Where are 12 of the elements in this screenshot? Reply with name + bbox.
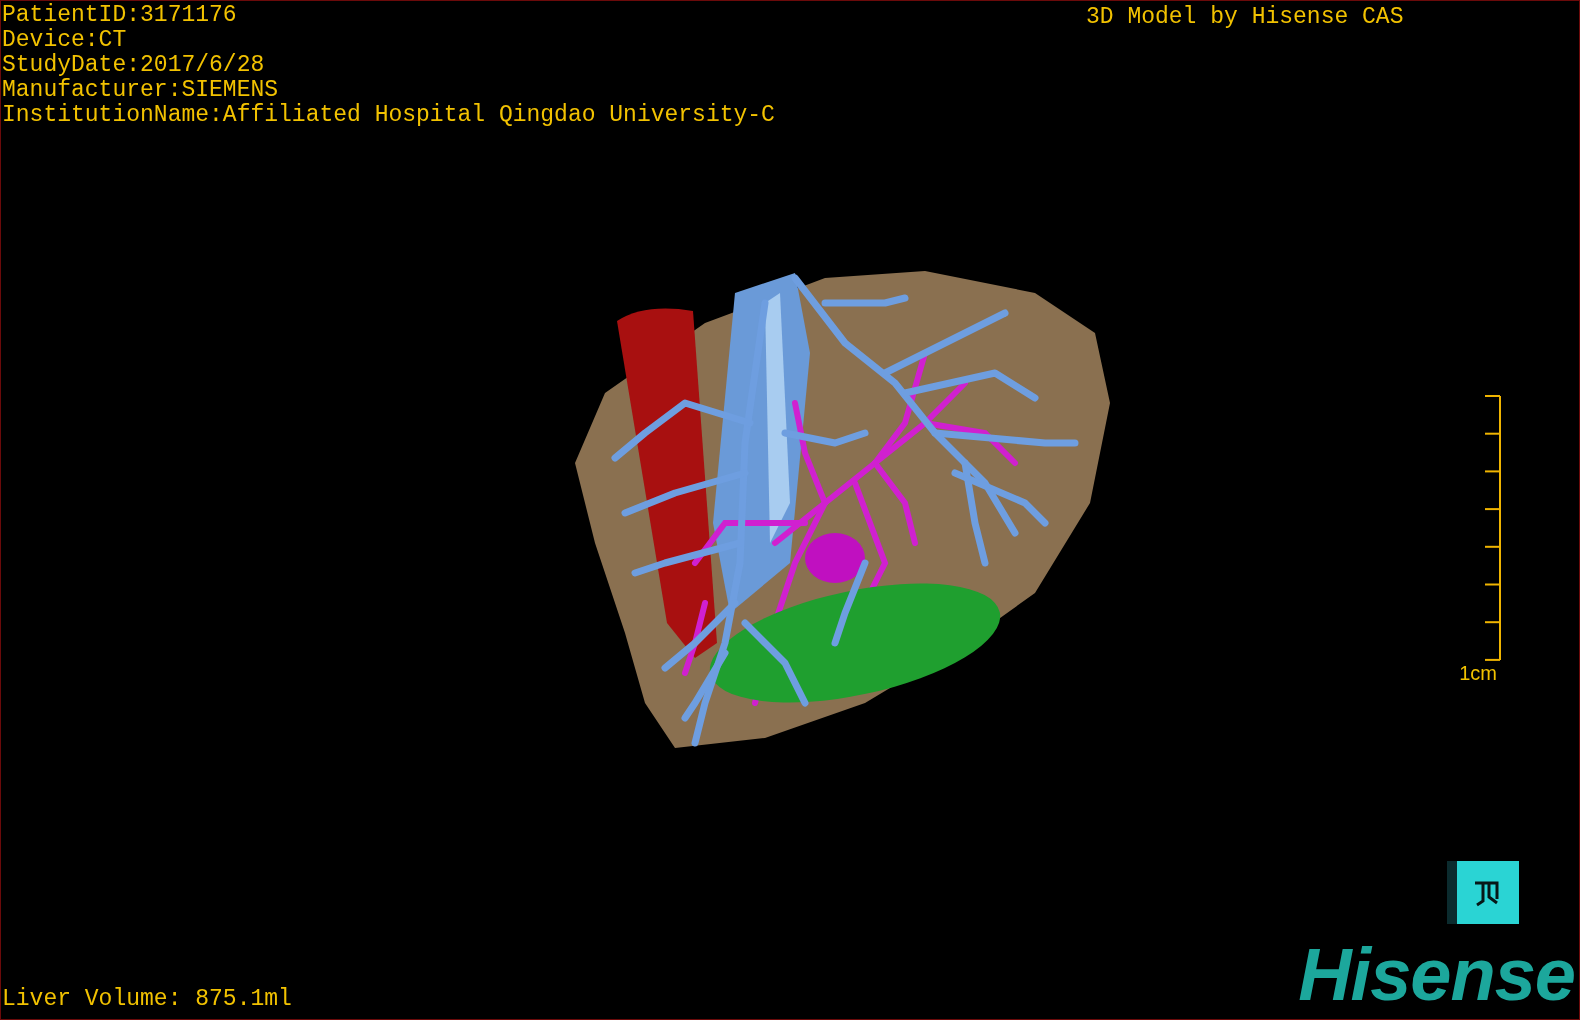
logo: Hisense [1298, 937, 1575, 1013]
study-info-text: PatientID:3171176 [2, 3, 238, 28]
viewer-title: 3D Model by Hisense CAS [1086, 3, 1404, 31]
study-info-text: Manufacturer:SIEMENS [2, 78, 280, 103]
liver-model-drawing[interactable] [575, 271, 1110, 748]
3d-viewport[interactable]: PatientID:3171176 Device:CT StudyDate:2017/6/28 Manufacturer:SIEMENS InstitutionName:Affiliated Hospital Qingdao University-C 3D Model by Hisense CAS 1cm Liver Volume: 875.1ml Hisense [0, 0, 1580, 1020]
study-info-text: InstitutionName:Affiliated Hospital Qingdao University-C [2, 103, 775, 128]
scale-label: 1cm [1459, 661, 1497, 685]
study-info-text: Device:CT [2, 28, 128, 53]
orientation-cube-icon[interactable] [1447, 861, 1519, 924]
study-info-text: StudyDate:2017/6/28 [2, 53, 266, 78]
liver-volume-text: Liver Volume: 875.1ml [2, 985, 292, 1013]
